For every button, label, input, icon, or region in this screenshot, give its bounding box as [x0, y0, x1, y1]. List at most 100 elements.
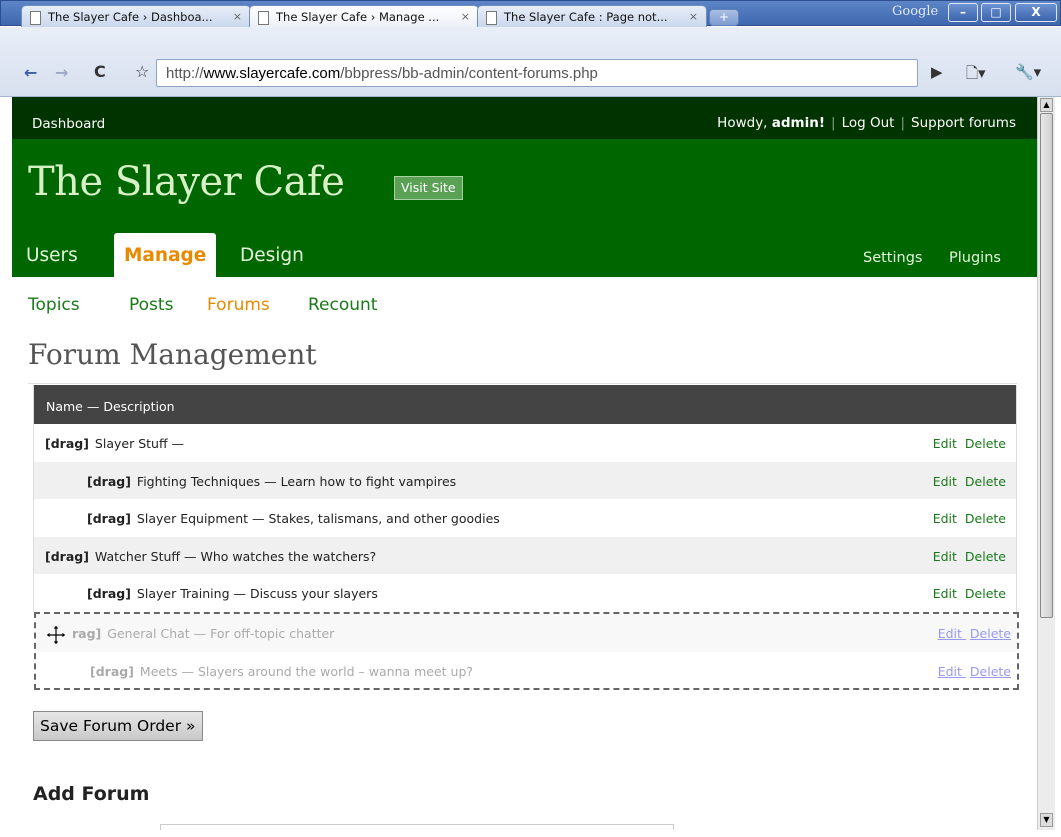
table-row: rag] General Chat — For off-topic chatter…: [36, 614, 1017, 652]
tab-label: The Slayer Cafe › Manage ...: [276, 10, 440, 24]
nav-manage[interactable]: Manage: [114, 233, 217, 277]
close-tab-icon[interactable]: ×: [689, 10, 698, 23]
star-icon[interactable]: ☆: [135, 62, 149, 81]
scroll-up-icon[interactable]: ▲: [1040, 98, 1053, 112]
separator: |: [831, 115, 836, 131]
admin-user-links: Howdy, admin! | Log Out | Support forums: [717, 115, 1016, 131]
maximize-icon[interactable]: □: [981, 3, 1011, 22]
nav-design[interactable]: Design: [230, 233, 314, 277]
edit-link[interactable]: Edit: [933, 511, 957, 526]
delete-link[interactable]: Delete: [965, 436, 1006, 451]
wrench-menu-icon[interactable]: 🔧▾: [1015, 63, 1041, 81]
delete-link[interactable]: Delete: [965, 586, 1006, 601]
forum-name: Slayer Equipment — Stakes, talismans, an…: [136, 511, 500, 526]
drag-handle[interactable]: [drag]: [90, 664, 134, 679]
edit-link[interactable]: Edit: [938, 626, 962, 641]
drag-handle[interactable]: [drag]: [87, 474, 131, 489]
table-row: [drag] Meets — Slayers around the world –…: [36, 652, 1017, 690]
address-bar[interactable]: http://www.slayercafe.com/bbpress/bb-adm…: [156, 59, 918, 87]
admin-bar: Dashboard Howdy, admin! | Log Out | Support …: [12, 97, 1037, 139]
drag-placeholder[interactable]: rag] General Chat — For off-topic chatter…: [34, 612, 1019, 690]
document-icon: [258, 11, 269, 25]
forum-name: Slayer Training — Discuss your slayers: [136, 586, 378, 601]
url-path: /bbpress/bb-admin/content-forums.php: [340, 65, 598, 82]
play-icon[interactable]: ▶: [931, 63, 943, 81]
delete-link[interactable]: Delete: [970, 626, 1011, 641]
separator: |: [900, 115, 906, 131]
edit-link[interactable]: Edit: [933, 436, 957, 451]
new-tab-button[interactable]: +: [709, 9, 739, 26]
subnav-recount[interactable]: Recount: [308, 295, 377, 315]
table-row: [drag] Slayer Stuff — Edit Delete: [34, 424, 1016, 462]
tab-dashboard[interactable]: The Slayer Cafe › Dashboa... ×: [21, 5, 251, 28]
subnav-topics[interactable]: Topics: [28, 295, 80, 315]
drag-handle[interactable]: [drag]: [45, 549, 89, 564]
drag-handle[interactable]: [drag]: [87, 586, 131, 601]
tab-page-not-found[interactable]: The Slayer Cafe : Page not... ×: [477, 5, 707, 28]
forum-name-field[interactable]: [160, 824, 674, 830]
delete-link[interactable]: Delete: [965, 511, 1006, 526]
minimize-icon[interactable]: –: [948, 3, 978, 22]
add-forum-heading: Add Forum: [33, 783, 150, 805]
drag-handle[interactable]: rag]: [72, 626, 101, 641]
delete-link[interactable]: Delete: [970, 664, 1011, 679]
google-label: Google: [892, 4, 939, 19]
document-icon: [486, 11, 497, 25]
table-row: [drag] Fighting Techniques — Learn how to…: [34, 461, 1016, 499]
forum-name: Slayer Stuff —: [94, 436, 185, 451]
visit-site-button[interactable]: Visit Site: [394, 176, 463, 200]
tab-label: The Slayer Cafe : Page not...: [504, 10, 668, 24]
nav-settings[interactable]: Settings: [863, 233, 922, 277]
scroll-thumb[interactable]: [1040, 113, 1053, 618]
url-prefix: http://: [166, 65, 204, 82]
close-tab-icon[interactable]: ×: [233, 10, 242, 23]
edit-link[interactable]: Edit: [933, 549, 957, 564]
forward-arrow-icon[interactable]: →: [55, 63, 68, 82]
table-row: [drag] Watcher Stuff — Who watches the wa…: [34, 536, 1016, 574]
edit-link[interactable]: Edit: [933, 586, 957, 601]
reload-icon[interactable]: C: [94, 62, 106, 81]
drag-handle[interactable]: [drag]: [45, 436, 89, 451]
url-host: www.slayercafe.com: [203, 65, 341, 82]
forum-name: Meets — Slayers around the world – wanna…: [139, 663, 474, 679]
howdy-user: admin!: [771, 115, 826, 131]
forum-name: Watcher Stuff — Who watches the watchers…: [94, 548, 377, 564]
document-icon: [30, 11, 41, 25]
main-nav: Users Manage Design Settings Plugins: [12, 233, 1037, 277]
vertical-scrollbar[interactable]: ▲ ▼: [1037, 97, 1055, 830]
delete-link[interactable]: Delete: [965, 549, 1006, 564]
drag-handle[interactable]: [drag]: [87, 511, 131, 526]
table-row: [drag] Slayer Equipment — Stakes, talisma…: [34, 499, 1016, 537]
divider: [28, 383, 1017, 384]
table-header: Name — Description: [34, 385, 1016, 424]
logout-link[interactable]: Log Out: [842, 115, 895, 131]
page-viewport: Dashboard Howdy, admin! | Log Out | Support …: [12, 97, 1037, 830]
site-header: The Slayer Cafe Visit Site Users Manage …: [12, 139, 1037, 277]
forum-name: Fighting Techniques — Learn how to fight…: [136, 473, 457, 489]
page-menu-icon[interactable]: 🗋▾: [966, 63, 986, 88]
page-title: Forum Management: [28, 338, 317, 371]
dashboard-link[interactable]: Dashboard: [32, 116, 105, 132]
close-window-icon[interactable]: X: [1015, 3, 1057, 22]
table-row: [drag] Slayer Training — Discuss your sla…: [34, 574, 1016, 612]
site-title: The Slayer Cafe: [28, 159, 345, 205]
edit-link[interactable]: Edit: [938, 664, 962, 679]
subnav-forums[interactable]: Forums: [207, 295, 270, 315]
delete-link[interactable]: Delete: [965, 474, 1006, 489]
tab-label: The Slayer Cafe › Dashboa...: [48, 10, 213, 24]
back-arrow-icon[interactable]: ←: [24, 63, 37, 82]
subnav-posts[interactable]: Posts: [129, 295, 173, 315]
edit-link[interactable]: Edit: [933, 474, 957, 489]
scroll-down-icon[interactable]: ▼: [1040, 813, 1053, 827]
window-titlebar: The Slayer Cafe › Dashboa... × The Slaye…: [0, 0, 1061, 30]
nav-plugins[interactable]: Plugins: [949, 233, 1001, 277]
howdy-text: Howdy,: [717, 115, 772, 131]
support-forums-link[interactable]: Support forums: [911, 115, 1016, 131]
forum-table: Name — Description [drag] Slayer Stuff — …: [33, 385, 1017, 612]
forum-name: General Chat — For off-topic chatter: [107, 626, 335, 641]
nav-users[interactable]: Users: [16, 233, 88, 277]
move-cursor-icon: [45, 624, 67, 646]
save-forum-order-button[interactable]: Save Forum Order »: [33, 711, 203, 741]
sub-nav: Topics Posts Forums Recount: [12, 277, 1037, 319]
close-tab-icon[interactable]: ×: [461, 10, 470, 23]
